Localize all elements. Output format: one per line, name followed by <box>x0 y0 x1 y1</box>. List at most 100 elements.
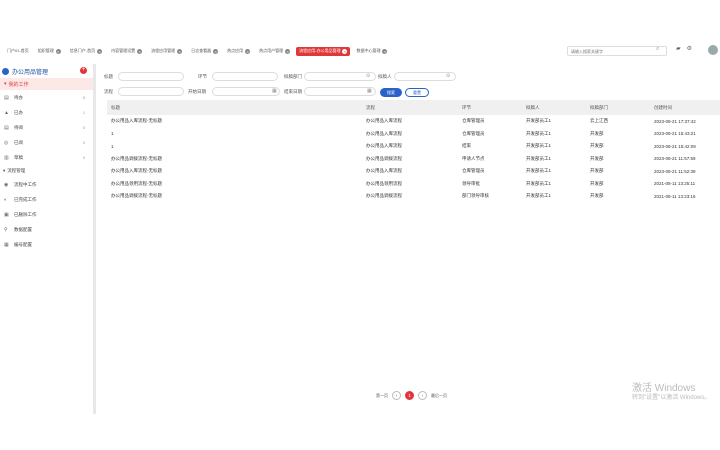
close-icon[interactable]: × <box>245 48 251 54</box>
settings-icon[interactable]: ⚙ <box>687 45 692 52</box>
tab-5[interactable]: 日志查看器 × <box>188 47 221 56</box>
next-page-button[interactable]: › <box>418 391 427 400</box>
sidebar-section-my-work[interactable]: ▾ 我的工作 <box>0 78 93 90</box>
table-row[interactable]: 1 办公用品入库流程 仓库管理员 开发部员工1 开发部 2023-08-21 15:43:… <box>107 128 720 141</box>
menu-item-icon: ▦ <box>4 241 9 248</box>
flow-input[interactable] <box>118 87 184 96</box>
table-cell: 开发部 <box>590 143 604 149</box>
sidebar-item-label: 已阅 <box>14 139 23 145</box>
column-header[interactable]: 标题 <box>111 105 120 111</box>
table-cell: 云上江西 <box>590 118 608 124</box>
close-icon[interactable]: × <box>342 48 348 54</box>
close-icon[interactable]: × <box>177 48 183 54</box>
person-icon[interactable]: ⊙ <box>446 73 450 79</box>
last-page-button[interactable]: 最后一页 <box>431 393 447 399</box>
start-date-label: 开始日期 <box>188 89 206 94</box>
table-cell: 开发部 <box>590 168 604 174</box>
column-header[interactable]: 拟稿部门 <box>590 105 608 111</box>
tab-6[interactable]: 热点应用 × <box>224 47 253 56</box>
tab-3[interactable]: 内容管理设置 × <box>108 47 145 56</box>
start-date-input[interactable] <box>212 87 280 96</box>
sidebar-item[interactable]: ▣ 已删除工作 <box>0 207 93 222</box>
close-icon[interactable]: × <box>382 48 388 54</box>
tab-1[interactable]: 组织管理 × <box>35 47 64 56</box>
close-icon[interactable]: × <box>285 48 291 54</box>
sidebar-item[interactable]: ⚲ 数据配置 <box>0 222 93 237</box>
sidebar-item-label: 数据配置 <box>14 226 32 232</box>
tab-2[interactable]: 信息门户-首页 × <box>67 47 105 56</box>
close-icon[interactable]: × <box>55 48 61 54</box>
table-cell: 2023-08-21 17:37:42 <box>654 118 696 124</box>
column-header[interactable]: 创建时间 <box>654 105 672 111</box>
sidebar-item[interactable]: ◉ 流程中工作 <box>0 177 93 192</box>
sidebar-item-label: 已完成工作 <box>14 196 37 202</box>
table-cell: 开发部员工1 <box>526 118 552 124</box>
menu-item-icon: ▲ <box>4 109 9 116</box>
reset-button[interactable]: 重置 <box>405 88 429 97</box>
search-button[interactable]: 搜索 <box>380 88 402 97</box>
tab-0[interactable]: 门户01-首页 <box>4 47 32 56</box>
message-icon[interactable]: ▰ <box>676 45 681 52</box>
tab-9[interactable]: 数据中心管理 × <box>353 47 390 56</box>
table-row[interactable]: 办公用品入库流程-无标题 办公用品入库流程 仓库管理员 开发部员工1 云上江西 2023-… <box>107 115 720 128</box>
dept-label: 拟稿部门 <box>284 74 302 79</box>
sidebar-item-label: 流程中工作 <box>14 181 37 187</box>
sidebar-item[interactable]: ▤ 待阅 0 <box>0 120 93 135</box>
menu-item-icon: ▣ <box>4 211 9 218</box>
add-icon[interactable]: + <box>80 67 87 74</box>
first-page-button[interactable]: 第一页 <box>376 393 388 399</box>
top-icons: ▰ ⚙ <box>676 45 692 52</box>
step-input[interactable] <box>212 72 278 81</box>
title-input[interactable] <box>118 72 184 81</box>
avatar[interactable] <box>708 45 718 55</box>
table-cell: 仓库管理员 <box>462 168 485 174</box>
table-cell: 办公用品领用流程-无标题 <box>111 180 162 186</box>
menu-item-icon: ▥ <box>4 154 9 161</box>
table-cell: 开发部员工1 <box>526 155 552 161</box>
global-search-input[interactable] <box>567 46 667 56</box>
tab-label: 热点用户管理 <box>259 48 284 53</box>
column-header[interactable]: 拟稿人 <box>526 105 540 111</box>
table-row[interactable]: 办公用品调拨流程-无标题 办公用品调拨流程 部门领导审核 开发部员工1 开发部 2021-… <box>107 190 720 203</box>
menu-item-icon: ◎ <box>4 139 9 146</box>
count-badge: 0 <box>82 125 85 130</box>
menu-item-icon: ▤ <box>4 124 9 131</box>
table-row[interactable]: 办公用品调拨流程-无标题 办公用品调拨流程 申请人节点 开发部员工1 开发部 2023-0… <box>107 153 720 166</box>
close-icon[interactable]: × <box>213 48 219 54</box>
sidebar-item[interactable]: ▲ 已办 1 <box>0 105 93 120</box>
sidebar-item[interactable]: ▦ 编号配置 <box>0 237 93 252</box>
table-row[interactable]: 办公用品入库流程-无标题 办公用品入库流程 仓库管理员 开发部员工1 开发部 2023-0… <box>107 165 720 178</box>
column-header[interactable]: 流程 <box>366 105 375 111</box>
table-cell: 开发部 <box>590 130 604 136</box>
table-cell: 开发部员工1 <box>526 193 552 199</box>
sidebar-item[interactable]: ◎ 已阅 0 <box>0 135 93 150</box>
end-date-input[interactable] <box>304 87 376 96</box>
tab-label: 流程应用管理 <box>151 48 176 53</box>
tab-4[interactable]: 流程应用管理 × <box>148 47 185 56</box>
sidebar-header: 办公用品管理 + <box>0 64 93 78</box>
person-icon[interactable]: ⊙ <box>366 73 370 79</box>
table-row[interactable]: 办公用品领用流程-无标题 办公用品领用流程 领导审批 开发部员工1 开发部 2021-08… <box>107 178 720 191</box>
sidebar-group-flow-manage[interactable]: ▾ 流程管理 <box>0 165 93 177</box>
menu-item-icon: ◉ <box>4 181 9 188</box>
table-cell: 开发部员工1 <box>526 180 552 186</box>
calendar-icon[interactable]: ▦ <box>367 88 372 94</box>
tab-label: 热点应用 <box>227 48 244 53</box>
close-icon[interactable]: × <box>97 48 103 54</box>
sidebar-item[interactable]: ◐ 已完成工作 <box>0 192 93 207</box>
sidebar-item[interactable]: ▤ 待办 5 <box>0 90 93 105</box>
close-icon[interactable]: × <box>137 48 143 54</box>
column-header[interactable]: 环节 <box>462 105 471 111</box>
end-date-label: 结束日期 <box>284 89 302 94</box>
table-cell: 开发部员工1 <box>526 143 552 149</box>
current-page-button[interactable]: 1 <box>405 391 414 400</box>
calendar-icon[interactable]: ▦ <box>272 88 277 94</box>
table-row[interactable]: 1 办公用品入库流程 结束 开发部员工1 开发部 2023-08-21 15:42:09 <box>107 140 720 153</box>
table-cell: 办公用品入库流程 <box>366 143 402 149</box>
search-icon[interactable]: ⌕ <box>656 46 659 53</box>
table-header: 标题 流程 环节 拟稿人 拟稿部门 创建时间 <box>107 100 720 115</box>
sidebar-item[interactable]: ▥ 草稿 0 <box>0 150 93 165</box>
tab-8[interactable]: 流程应用-办公用品管理 × <box>296 46 351 56</box>
tab-7[interactable]: 热点用户管理 × <box>256 47 293 56</box>
prev-page-button[interactable]: ‹ <box>392 391 401 400</box>
